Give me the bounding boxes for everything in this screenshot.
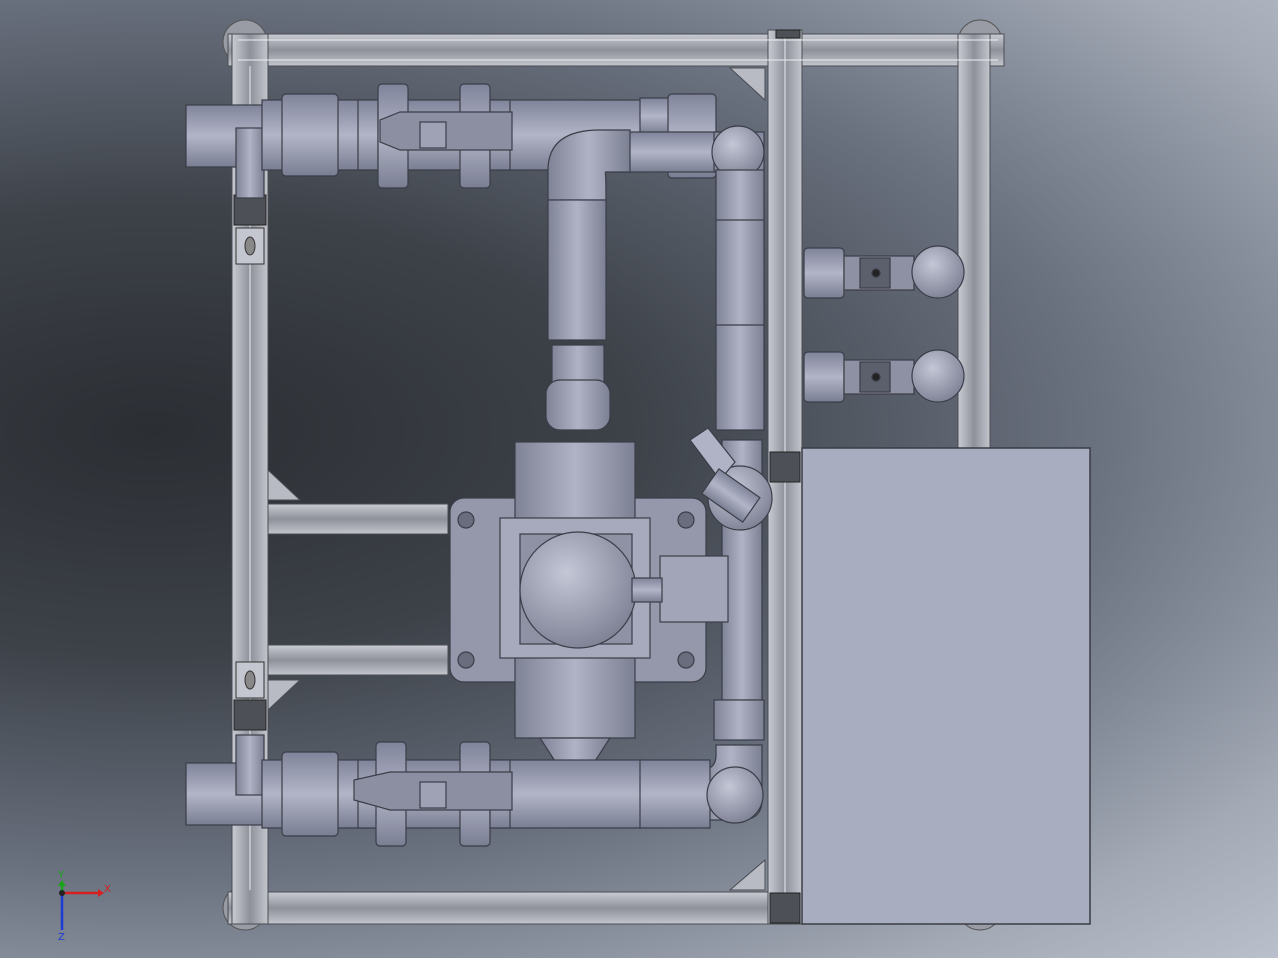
solenoid-valve-1[interactable] [803,245,965,299]
3d-viewport[interactable]: X Y Z [0,0,1278,958]
triad-origin [59,890,65,896]
control-box[interactable] [801,447,1091,925]
y-axis-label: Y [57,870,65,881]
solenoid-valve-2[interactable] [803,349,965,403]
axis-triad: X Y Z [57,870,111,943]
lower-pipe-line[interactable] [185,734,764,847]
three-way-valve[interactable] [449,441,729,794]
cad-model[interactable]: X Y Z [0,0,1278,958]
top-elbow[interactable] [545,129,631,431]
x-axis-label: X [104,884,111,895]
z-axis-label: Z [58,932,65,943]
